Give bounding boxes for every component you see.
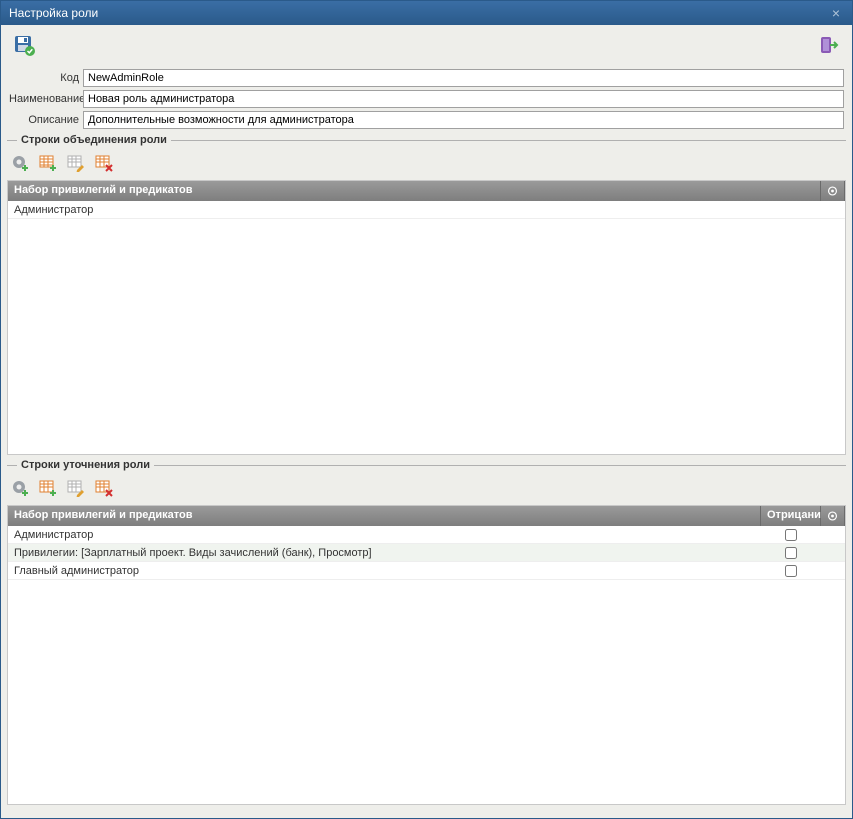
- gear-icon[interactable]: [821, 181, 845, 201]
- code-input[interactable]: [83, 69, 844, 87]
- union-legend: Строки объединения роли: [21, 134, 167, 146]
- cell-name: Главный администратор: [8, 565, 761, 577]
- window-title: Настройка роли: [9, 6, 98, 20]
- table-row[interactable]: Администратор: [8, 201, 845, 219]
- gear-add-button[interactable]: [9, 152, 31, 174]
- grid-add-button[interactable]: [37, 152, 59, 174]
- refine-section: Строки уточнения роли: [7, 459, 846, 805]
- union-grid-header: Набор привилегий и предикатов: [8, 181, 845, 201]
- grid-delete-button[interactable]: [93, 477, 115, 499]
- role-settings-window: Настройка роли ×: [0, 0, 853, 819]
- union-grid-body[interactable]: Администратор: [8, 201, 845, 454]
- union-col-name[interactable]: Набор привилегий и предикатов: [8, 181, 821, 201]
- close-icon[interactable]: ×: [828, 5, 844, 21]
- exit-button[interactable]: [816, 32, 842, 58]
- cell-neg: [761, 565, 821, 577]
- neg-checkbox[interactable]: [785, 565, 797, 577]
- table-row[interactable]: Главный администратор: [8, 562, 845, 580]
- code-label: Код: [9, 72, 83, 84]
- cell-neg: [761, 529, 821, 541]
- grid-edit-button[interactable]: [65, 477, 87, 499]
- name-input[interactable]: [83, 90, 844, 108]
- refine-toolbar: [7, 473, 846, 505]
- desc-label: Описание: [9, 114, 83, 126]
- table-row[interactable]: Администратор: [8, 526, 845, 544]
- refine-legend: Строки уточнения роли: [21, 459, 150, 471]
- neg-checkbox[interactable]: [785, 529, 797, 541]
- table-row[interactable]: Привилегии: [Зарплатный проект. Виды зач…: [8, 544, 845, 562]
- refine-grid-body[interactable]: Администратор Привилегии: [Зарплатный про…: [8, 526, 845, 804]
- grid-add-button[interactable]: [37, 477, 59, 499]
- refine-grid-header: Набор привилегий и предикатов Отрицани: [8, 506, 845, 526]
- neg-checkbox[interactable]: [785, 547, 797, 559]
- cell-name: Администратор: [8, 204, 845, 216]
- refine-col-name[interactable]: Набор привилегий и предикатов: [8, 506, 761, 526]
- refine-grid: Набор привилегий и предикатов Отрицани А…: [7, 505, 846, 805]
- cell-neg: [761, 547, 821, 559]
- cell-name: Привилегии: [Зарплатный проект. Виды зач…: [8, 547, 761, 559]
- form-area: Код Наименование Описание: [1, 65, 852, 134]
- gear-icon[interactable]: [821, 506, 845, 526]
- gear-add-button[interactable]: [9, 477, 31, 499]
- main-toolbar: [1, 25, 852, 65]
- grid-edit-button[interactable]: [65, 152, 87, 174]
- cell-name: Администратор: [8, 529, 761, 541]
- grid-delete-button[interactable]: [93, 152, 115, 174]
- titlebar: Настройка роли ×: [1, 1, 852, 25]
- union-grid: Набор привилегий и предикатов Администра…: [7, 180, 846, 455]
- name-label: Наименование: [9, 93, 83, 105]
- refine-col-neg[interactable]: Отрицани: [761, 506, 821, 526]
- union-toolbar: [7, 148, 846, 180]
- union-section: Строки объединения роли: [7, 134, 846, 455]
- save-button[interactable]: [11, 32, 37, 58]
- desc-input[interactable]: [83, 111, 844, 129]
